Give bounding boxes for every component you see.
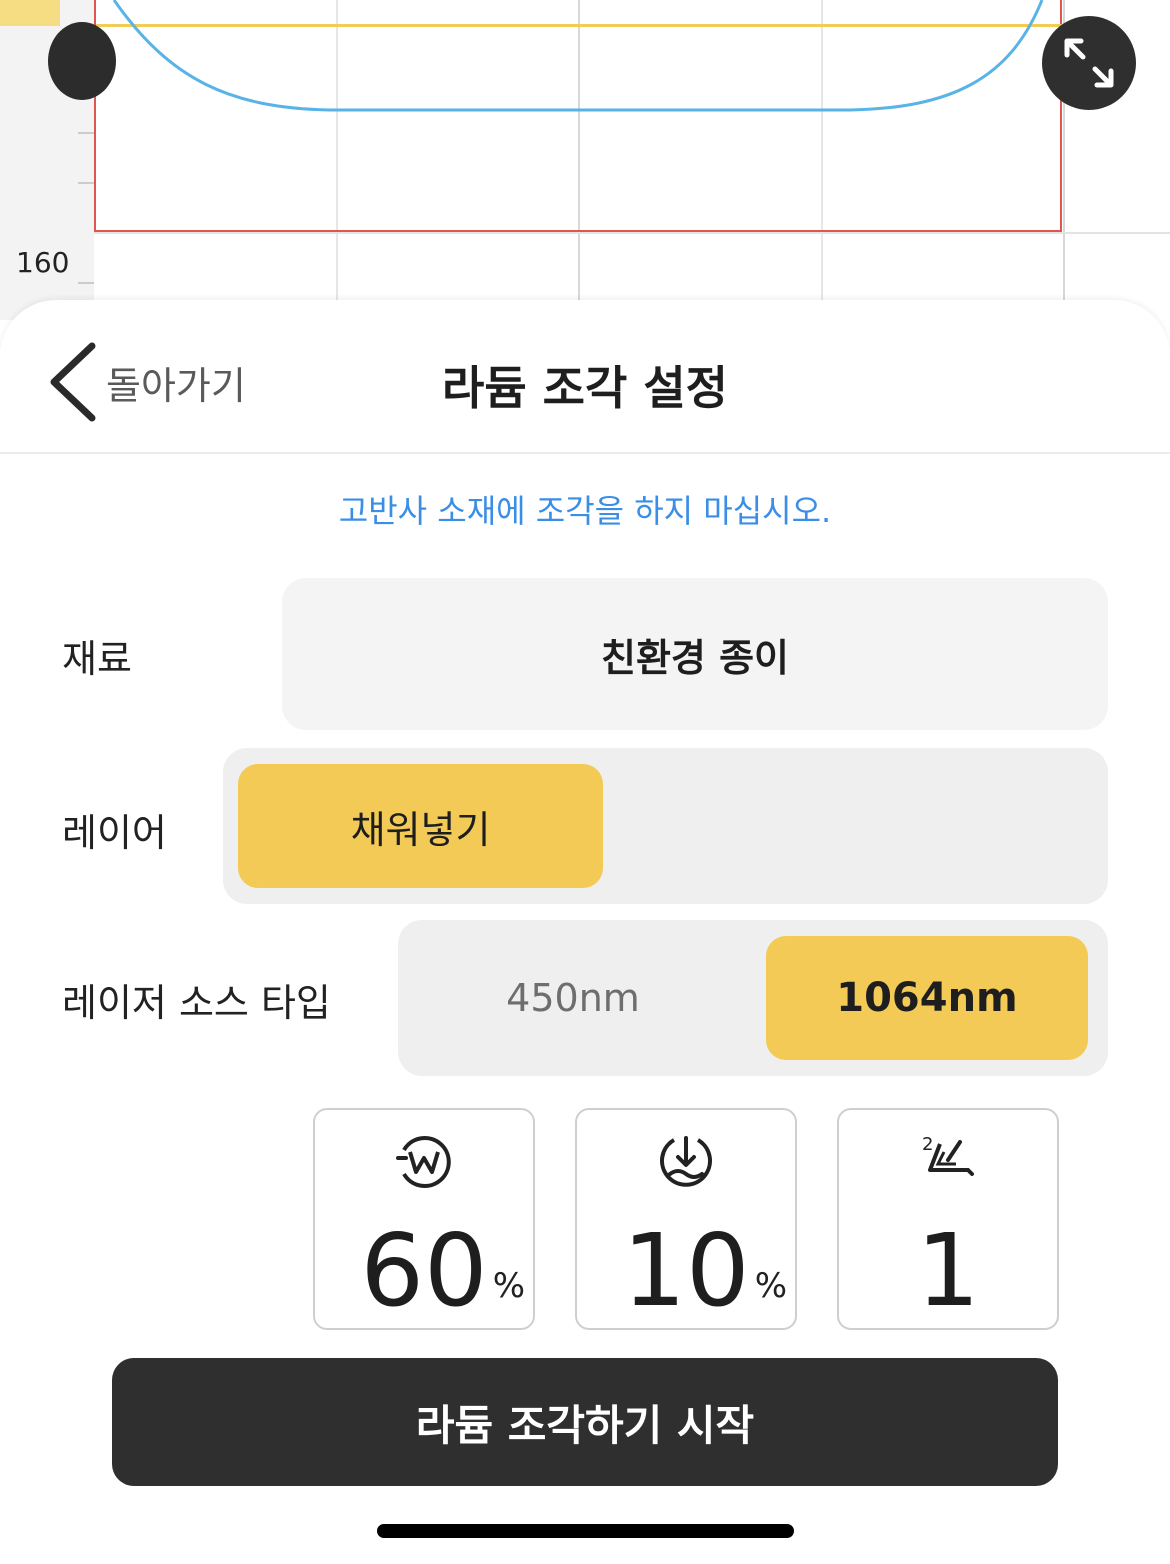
material-label: 재료 xyxy=(62,637,132,681)
laser-source-option-1064[interactable]: 1064nm xyxy=(766,936,1088,1060)
speed-setting-card[interactable]: 10 % xyxy=(575,1108,797,1330)
design-shape[interactable] xyxy=(0,0,1170,320)
layer-label: 레이어 xyxy=(62,811,167,855)
pass-count-setting-card[interactable]: 2 1 xyxy=(837,1108,1059,1330)
home-indicator xyxy=(377,1524,794,1538)
laser-source-label: 레이저 소스 타입 xyxy=(62,981,331,1025)
warning-message: 고반사 소재에 조각을 하지 마십시오. xyxy=(338,492,832,530)
page-title: 라듐 조각 설정 xyxy=(442,361,728,415)
pass-count-icon: 2 xyxy=(922,1134,974,1176)
speed-icon xyxy=(660,1136,712,1187)
start-engraving-button[interactable]: 라듐 조각하기 시작 xyxy=(112,1358,1058,1486)
material-selector[interactable]: 친환경 종이 xyxy=(282,578,1108,730)
power-setting-card[interactable]: 60 % xyxy=(313,1108,535,1330)
layer-selector: 채워넣기 xyxy=(223,748,1108,904)
resize-handle[interactable] xyxy=(48,22,116,100)
option-label: 1064nm xyxy=(836,975,1018,1021)
speed-unit: % xyxy=(754,1266,787,1306)
divider xyxy=(0,452,1170,454)
expand-button[interactable] xyxy=(1042,16,1136,110)
engrave-settings-sheet: 돌아가기 라듐 조각 설정 고반사 소재에 조각을 하지 마십시오. 재료 친환… xyxy=(0,300,1170,1564)
option-label: 450nm xyxy=(506,976,640,1020)
expand-icon xyxy=(1064,38,1114,88)
power-w-icon xyxy=(396,1136,451,1188)
design-canvas[interactable]: 160 xyxy=(0,0,1170,320)
laser-source-selector: 450nm 1064nm xyxy=(398,920,1108,1076)
layer-option-fill[interactable]: 채워넣기 xyxy=(238,764,603,888)
svg-text:2: 2 xyxy=(922,1134,933,1155)
material-value: 친환경 종이 xyxy=(600,635,790,680)
power-unit: % xyxy=(492,1266,525,1306)
pass-count-value: 1 xyxy=(916,1212,980,1329)
layer-option-label: 채워넣기 xyxy=(350,807,491,852)
laser-source-option-450[interactable]: 450nm xyxy=(418,936,728,1060)
